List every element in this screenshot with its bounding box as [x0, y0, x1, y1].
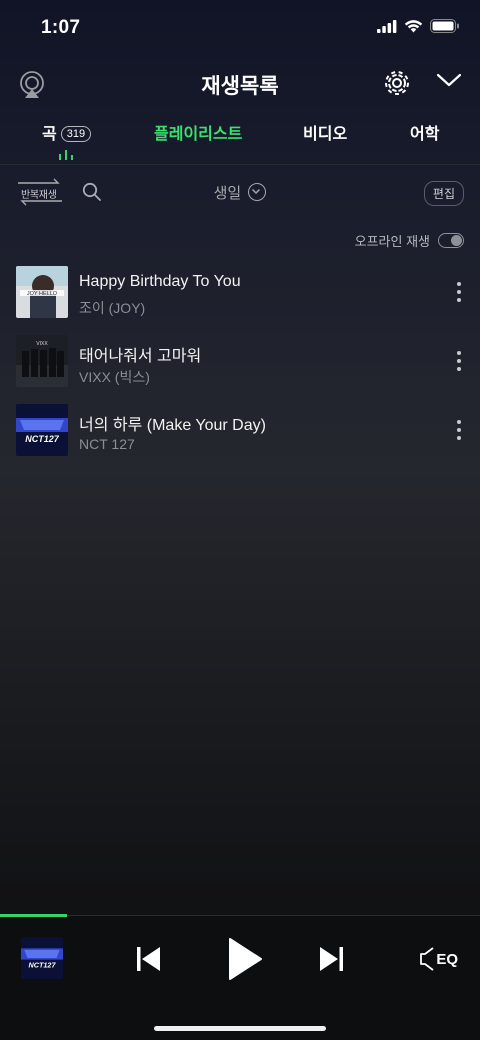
eq-label: EQ: [436, 950, 458, 968]
eq-button[interactable]: EQ: [418, 946, 458, 972]
header: 재생목록: [0, 62, 480, 108]
list-item[interactable]: JOY HELLO Happy Birthday To You 조이 (JOY): [0, 264, 480, 333]
home-indicator[interactable]: [154, 1026, 326, 1031]
chevron-circle-icon: [248, 183, 267, 201]
now-playing-art-text: NCT127: [29, 961, 57, 970]
tab-bar: 곡 319 플레이리스트 비디오 어학: [0, 120, 480, 165]
gear-icon[interactable]: [383, 69, 411, 102]
edit-button[interactable]: 편집: [423, 181, 464, 206]
now-playing-art[interactable]: NCT127: [21, 937, 63, 979]
list-toolbar: 반복재생 생일 편집: [0, 176, 480, 210]
play-icon[interactable]: [225, 936, 265, 987]
album-art-text: VIXX: [36, 341, 48, 347]
tab-language[interactable]: 어학: [410, 120, 439, 144]
offline-label: 오프라인 재생: [354, 234, 430, 249]
song-title: 태어나줘서 고마워: [79, 348, 202, 365]
album-art-text: JOY HELLO: [27, 291, 58, 297]
battery-icon: [430, 19, 459, 33]
more-options-icon[interactable]: [456, 420, 462, 440]
toggle-switch[interactable]: [438, 233, 464, 248]
more-options-icon[interactable]: [456, 351, 462, 371]
song-artist: 조이 (JOY): [79, 300, 146, 316]
tab-playlists[interactable]: 플레이리스트: [154, 120, 242, 144]
tab-videos[interactable]: 비디오: [303, 120, 347, 144]
song-list: JOY HELLO Happy Birthday To You 조이 (JOY)…: [0, 264, 480, 471]
list-item[interactable]: VIXX 태어나줘서 고마워 VIXX (빅스): [0, 333, 480, 402]
wifi-icon: [404, 20, 423, 33]
mini-player: NCT127 EQ: [0, 914, 480, 1040]
album-art-text: NCT127: [25, 434, 60, 444]
list-item[interactable]: NCT127 너의 하루 (Make Your Day) NCT 127: [0, 402, 480, 471]
status-bar: 1:07: [0, 0, 480, 58]
next-track-icon[interactable]: [316, 936, 346, 987]
tab-songs[interactable]: 곡 319: [42, 120, 92, 144]
album-art: JOY HELLO: [16, 266, 68, 318]
offline-play-toggle[interactable]: 오프라인 재생: [355, 231, 464, 250]
previous-track-icon[interactable]: [134, 936, 164, 987]
signal-icon: [377, 19, 397, 33]
song-title: 너의 하루 (Make Your Day): [79, 417, 266, 434]
song-count-badge: 319: [60, 126, 92, 142]
tab-songs-label: 곡: [42, 126, 57, 143]
song-title: Happy Birthday To You: [79, 273, 241, 290]
song-artist: VIXX (빅스): [79, 369, 150, 385]
sort-label: 생일: [213, 185, 242, 202]
more-options-icon[interactable]: [456, 282, 462, 302]
playback-progress-bar[interactable]: [0, 914, 68, 917]
chevron-down-icon[interactable]: [436, 72, 462, 93]
status-time: 1:07: [41, 17, 81, 38]
sort-dropdown[interactable]: 생일: [0, 182, 480, 203]
speaker-icon: [420, 947, 434, 971]
now-playing-bars-icon: [59, 150, 73, 160]
album-art: NCT127: [16, 404, 68, 456]
album-art: VIXX: [16, 335, 68, 387]
song-artist: NCT 127: [79, 436, 135, 452]
